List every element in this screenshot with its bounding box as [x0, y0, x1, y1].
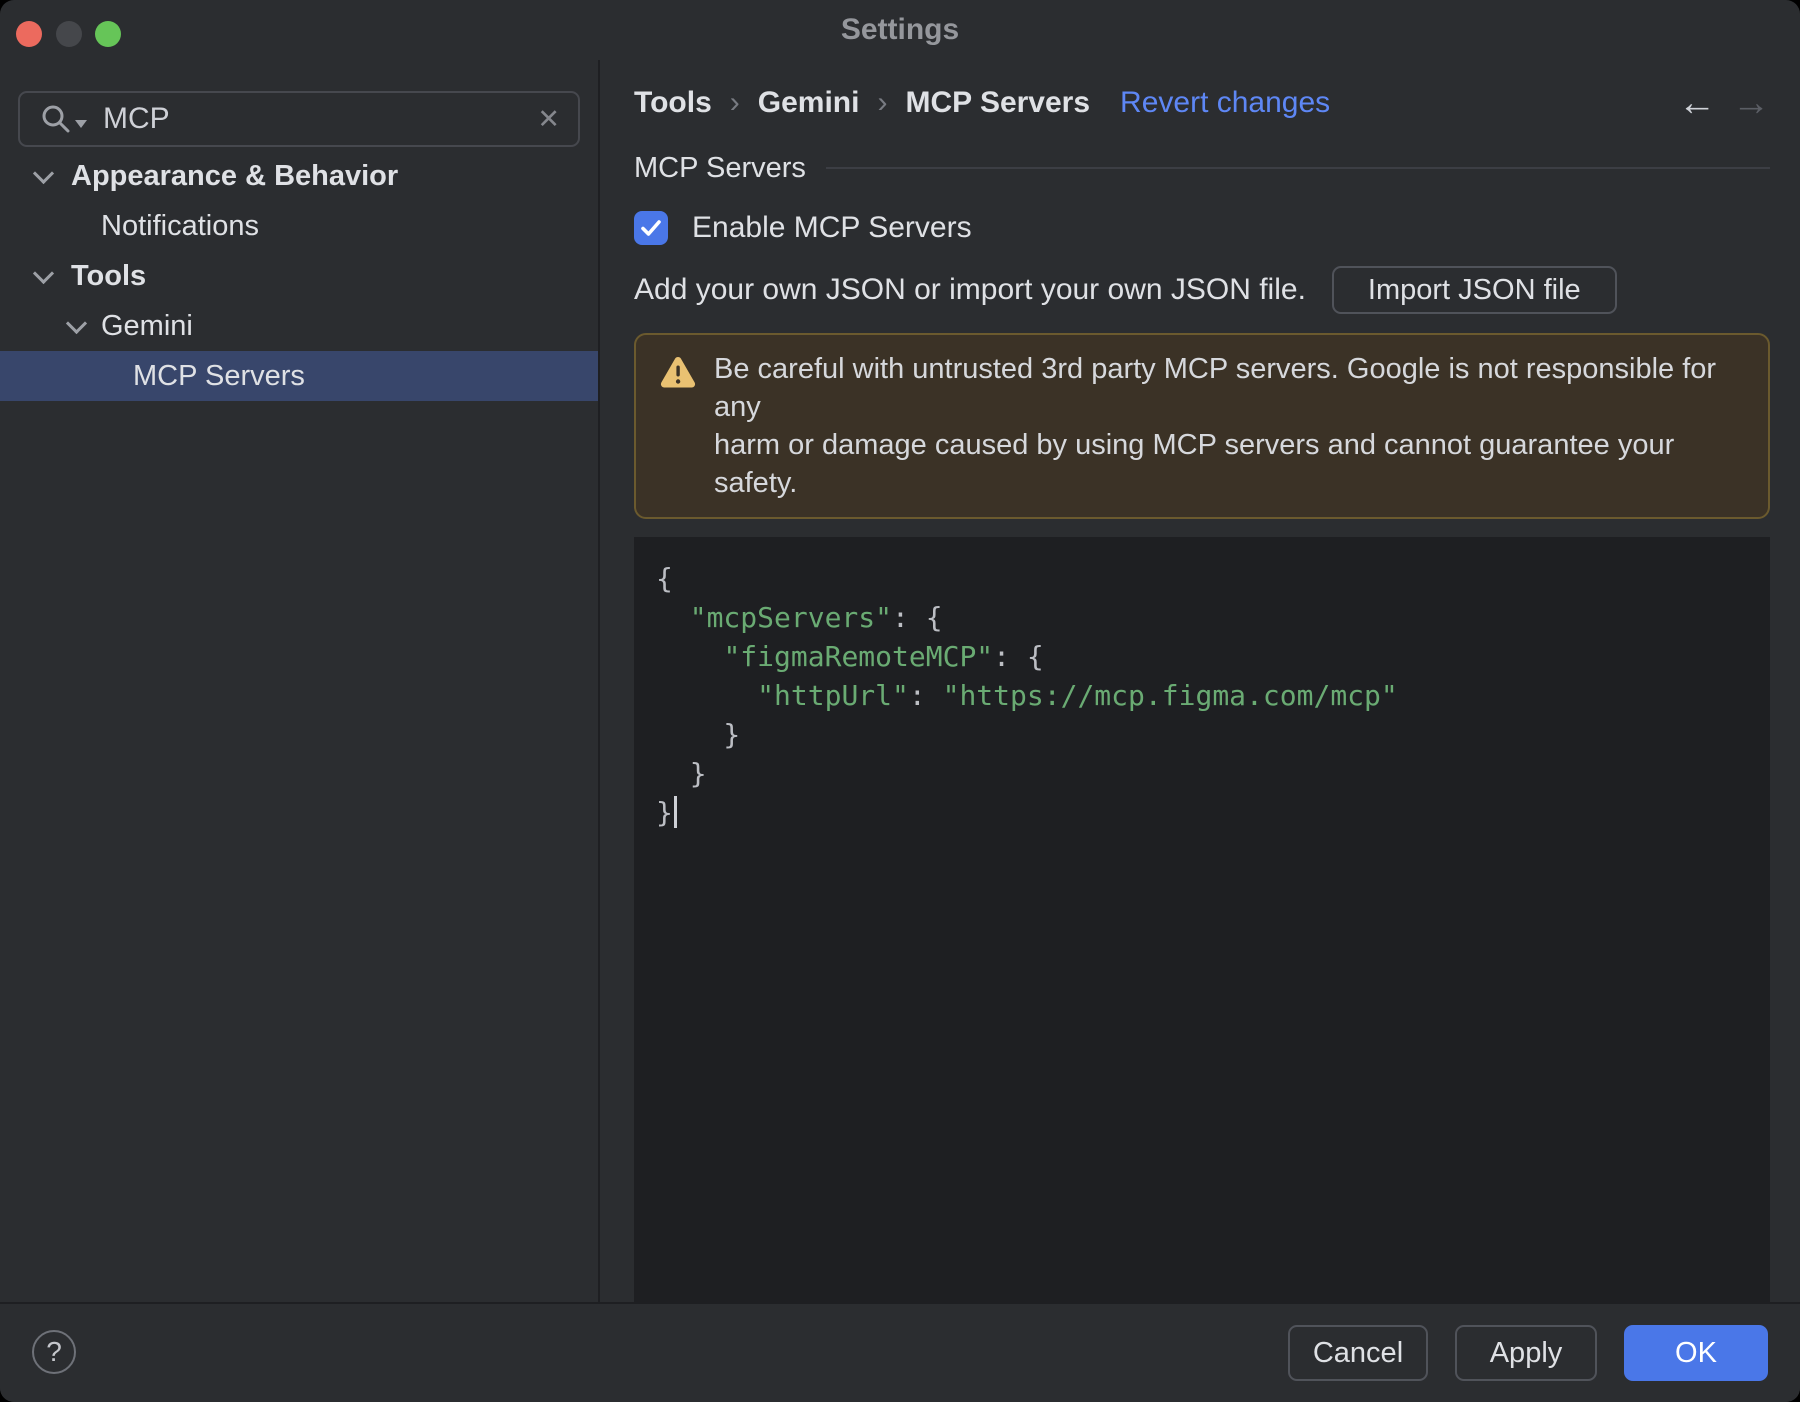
revert-changes-link[interactable]: Revert changes — [1120, 86, 1330, 120]
checkmark-icon — [641, 220, 661, 236]
import-json-file-button[interactable]: Import JSON file — [1331, 266, 1617, 314]
title-bar: Settings — [0, 0, 1800, 60]
sidebar-item-mcp-servers[interactable]: MCP Servers — [0, 351, 598, 401]
section-header: MCP Servers — [634, 148, 1770, 188]
enable-mcp-label[interactable]: Enable MCP Servers — [692, 211, 972, 245]
text-cursor — [673, 796, 677, 828]
settings-window: Settings MCP ✕ Appearance & Behavior Not… — [0, 0, 1800, 1402]
sidebar-item-appearance-behavior[interactable]: Appearance & Behavior — [0, 151, 598, 201]
mcp-json-editor[interactable]: { "mcpServers": { "figmaRemoteMCP": { "h… — [634, 537, 1770, 1302]
code-line: } — [656, 718, 741, 751]
settings-tree: Appearance & Behavior Notifications Tool… — [0, 151, 598, 401]
help-icon[interactable]: ? — [32, 1330, 76, 1374]
ok-button[interactable]: OK — [1624, 1325, 1768, 1381]
back-arrow-icon[interactable]: ← — [1678, 84, 1716, 122]
breadcrumb-separator-icon: › — [729, 86, 740, 119]
settings-content-pane: Tools › Gemini › MCP Servers Revert chan… — [602, 60, 1800, 1302]
sidebar-item-tools[interactable]: Tools — [0, 251, 598, 301]
sidebar-item-label: Appearance & Behavior — [71, 159, 399, 192]
cancel-button[interactable]: Cancel — [1288, 1325, 1428, 1381]
json-editor-code[interactable]: { "mcpServers": { "figmaRemoteMCP": { "h… — [656, 559, 1750, 832]
enable-mcp-row: Enable MCP Servers — [634, 206, 1770, 250]
history-nav: ← → — [1678, 84, 1770, 122]
breadcrumb: Tools › Gemini › MCP Servers Revert chan… — [634, 82, 1770, 124]
code-line: } — [656, 793, 1750, 832]
window-title: Settings — [840, 13, 960, 46]
forward-arrow-icon[interactable]: → — [1732, 84, 1770, 122]
add-json-text: Add your own JSON or import your own JSO… — [634, 273, 1306, 306]
code-line: { — [656, 562, 673, 595]
code-line: "mcpServers": { — [689, 601, 943, 634]
section-divider — [825, 167, 1770, 169]
code-line: } — [656, 757, 707, 790]
search-history-chevron-icon[interactable] — [75, 120, 87, 128]
code-line: "httpUrl": "https://mcp.figma.com/mcp" — [757, 679, 1398, 712]
breadcrumb-separator-icon: › — [877, 86, 888, 119]
chevron-down-icon[interactable] — [32, 162, 55, 184]
sidebar-item-gemini[interactable]: Gemini — [0, 301, 598, 351]
dialog-footer: ? Cancel Apply OK — [0, 1302, 1800, 1402]
breadcrumb-tools[interactable]: Tools — [634, 86, 712, 120]
search-query-text[interactable]: MCP — [103, 102, 537, 136]
search-icon[interactable] — [40, 103, 87, 135]
warning-text: Be careful with untrusted 3rd party MCP … — [714, 353, 1717, 499]
chevron-down-icon[interactable] — [65, 312, 88, 334]
code-line: "figmaRemoteMCP": { — [723, 640, 1044, 673]
sidebar-item-label: Tools — [71, 259, 147, 292]
add-json-row: Add your own JSON or import your own JSO… — [634, 266, 1770, 314]
search-input[interactable]: MCP ✕ — [18, 91, 580, 147]
enable-mcp-checkbox[interactable] — [634, 211, 668, 245]
section-title: MCP Servers — [634, 151, 806, 184]
sidebar-item-label: Gemini — [101, 309, 193, 342]
breadcrumb-mcp-servers[interactable]: MCP Servers — [905, 86, 1090, 120]
warning-triangle-icon — [660, 356, 696, 394]
breadcrumb-gemini[interactable]: Gemini — [758, 86, 860, 120]
chevron-down-icon[interactable] — [32, 262, 55, 284]
warning-banner: Be careful with untrusted 3rd party MCP … — [634, 333, 1770, 519]
sidebar-item-label: Notifications — [101, 209, 259, 242]
footer-buttons: Cancel Apply OK — [1288, 1325, 1768, 1381]
sidebar-item-notifications[interactable]: Notifications — [0, 201, 598, 251]
sidebar-item-label: MCP Servers — [133, 359, 305, 392]
apply-button[interactable]: Apply — [1455, 1325, 1597, 1381]
clear-search-icon[interactable]: ✕ — [537, 104, 560, 135]
settings-sidebar: MCP ✕ Appearance & Behavior Notification… — [0, 60, 600, 1302]
